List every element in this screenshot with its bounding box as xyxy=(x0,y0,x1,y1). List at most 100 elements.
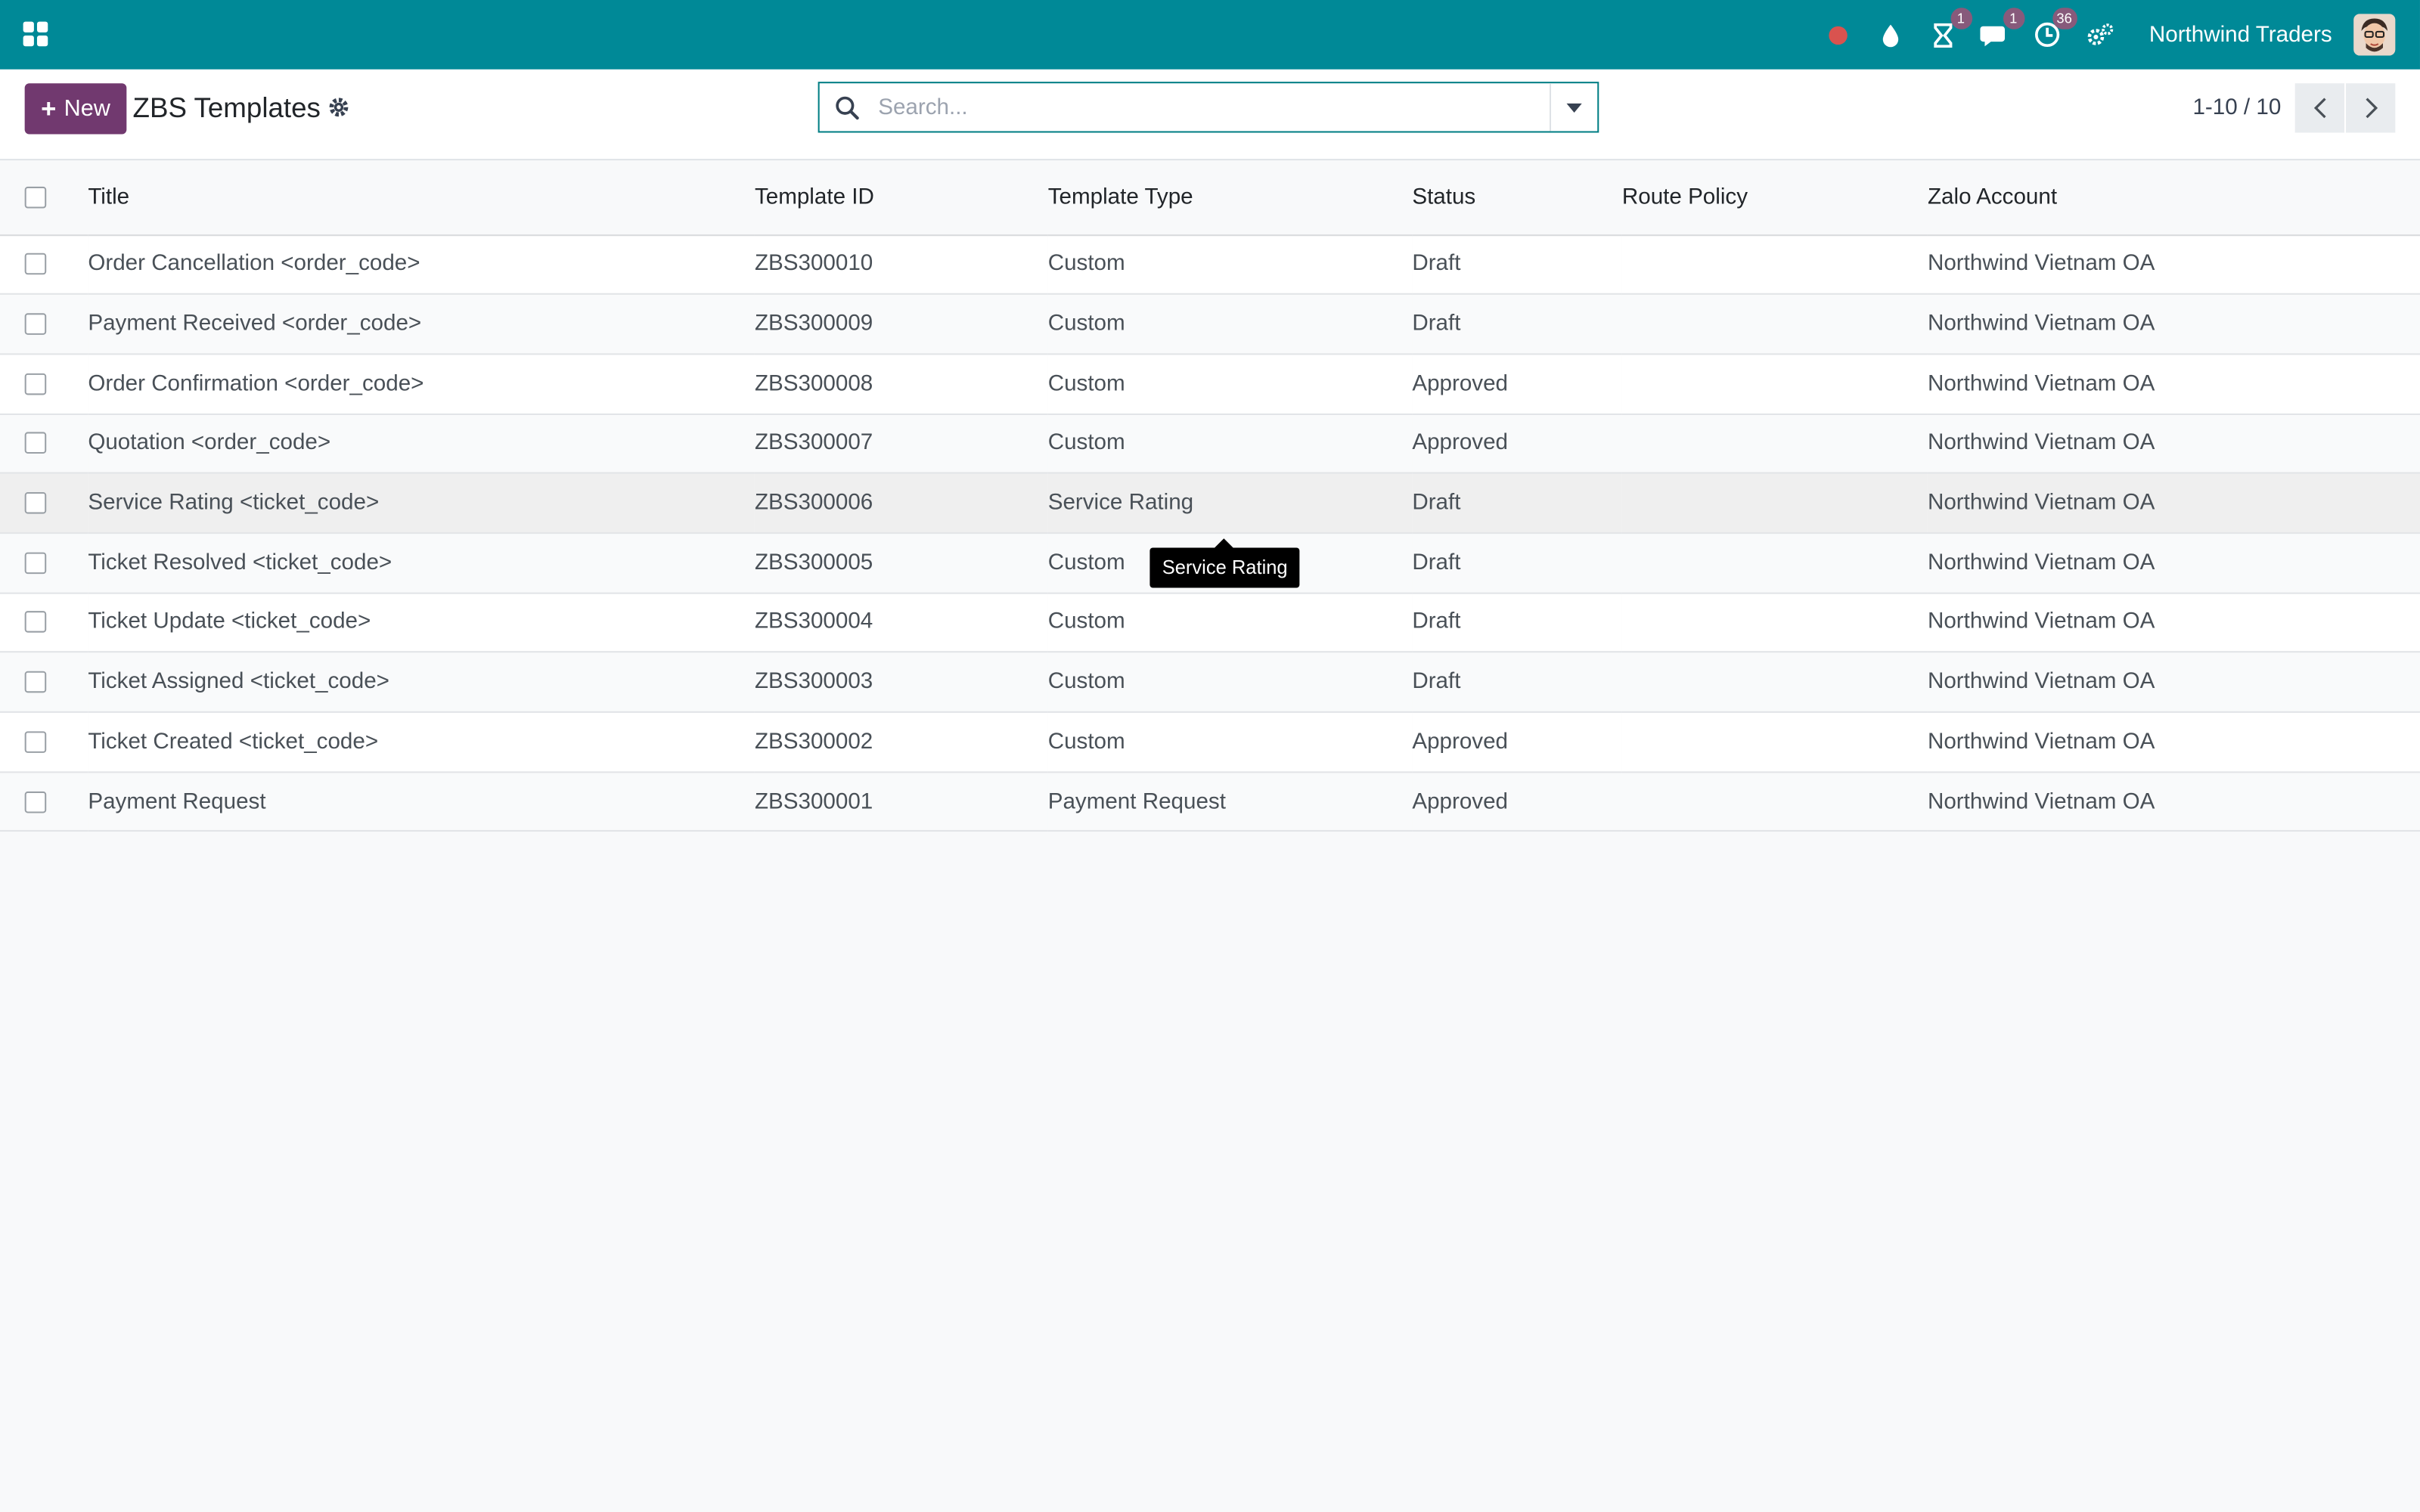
cell-route-policy xyxy=(1622,533,1928,593)
cell-title: Ticket Created <ticket_code> xyxy=(88,729,379,754)
row-checkbox[interactable] xyxy=(24,432,47,454)
droplet-icon[interactable] xyxy=(1875,20,1906,51)
search-icon[interactable] xyxy=(835,95,860,120)
cell-route-policy xyxy=(1622,294,1928,354)
row-select-cell xyxy=(0,712,88,772)
row-select-cell xyxy=(0,772,88,832)
pager-previous-button[interactable] xyxy=(2294,83,2344,133)
cell-template-type: Custom xyxy=(1047,252,1125,277)
column-header-route-policy[interactable]: Route Policy xyxy=(1622,160,1928,234)
table-row[interactable]: Quotation <order_code> ZBS300007 Custom … xyxy=(0,414,2420,474)
cell-route-policy xyxy=(1622,473,1928,533)
activities-badge: 1 xyxy=(1950,7,1972,29)
search-bar xyxy=(818,82,1599,133)
cell-template-id: ZBS300005 xyxy=(754,550,873,575)
cell-route-policy xyxy=(1622,414,1928,473)
status-dot-icon[interactable] xyxy=(1822,20,1853,51)
search-options-toggle[interactable] xyxy=(1549,83,1597,132)
row-checkbox[interactable] xyxy=(24,253,47,275)
caret-down-icon xyxy=(1566,102,1582,112)
messages-icon[interactable]: 1 xyxy=(1979,7,2024,51)
cell-route-policy xyxy=(1622,234,1928,294)
column-header-zalo-account[interactable]: Zalo Account xyxy=(1928,160,2420,234)
cell-zalo-account: Northwind Vietnam OA xyxy=(1927,789,2155,814)
select-all-checkbox[interactable] xyxy=(24,186,47,208)
cell-template-type: Service Rating xyxy=(1047,491,1194,516)
row-checkbox[interactable] xyxy=(24,492,47,514)
navbar-systray: 1 1 36 Northwind Traders xyxy=(1801,0,2396,70)
template-type-tooltip: Service Rating xyxy=(1150,538,1300,588)
cell-zalo-account: Northwind Vietnam OA xyxy=(1927,252,2155,277)
app-root: 1 1 36 Northwind Traders + New ZBS Templ… xyxy=(0,0,2420,1512)
row-select-cell xyxy=(0,652,88,712)
row-checkbox[interactable] xyxy=(24,731,47,753)
column-header-template-type[interactable]: Template Type xyxy=(1048,160,1413,234)
select-all-cell xyxy=(0,160,88,234)
gear-icon[interactable] xyxy=(327,96,351,119)
row-checkbox[interactable] xyxy=(24,373,47,395)
cell-status: Draft xyxy=(1412,550,1461,575)
cell-status: Approved xyxy=(1412,371,1509,396)
table-row[interactable]: Ticket Assigned <ticket_code> ZBS300003 … xyxy=(0,652,2420,712)
cell-template-type: Payment Request xyxy=(1047,789,1226,814)
cell-status: Approved xyxy=(1412,431,1509,456)
cell-route-policy xyxy=(1622,354,1928,414)
table-row[interactable]: Ticket Created <ticket_code> ZBS300002 C… xyxy=(0,711,2420,772)
row-select-cell xyxy=(0,533,88,593)
cell-template-id: ZBS300010 xyxy=(754,252,873,277)
cell-title: Payment Received <order_code> xyxy=(88,311,422,336)
cell-zalo-account: Northwind Vietnam OA xyxy=(1927,670,2155,695)
cell-title: Order Cancellation <order_code> xyxy=(88,252,420,277)
chevron-left-icon xyxy=(2313,98,2325,119)
search-input[interactable] xyxy=(875,84,1550,131)
row-checkbox[interactable] xyxy=(24,552,47,574)
cell-route-policy xyxy=(1622,772,1928,832)
table-row[interactable]: Order Cancellation <order_code> ZBS30001… xyxy=(0,234,2420,295)
cell-template-type: Custom xyxy=(1047,311,1125,336)
new-button[interactable]: + New xyxy=(24,83,127,135)
company-switcher[interactable]: Northwind Traders xyxy=(2149,23,2332,48)
row-checkbox[interactable] xyxy=(24,790,47,813)
cell-title: Order Confirmation <order_code> xyxy=(88,371,424,396)
table-row[interactable]: Order Confirmation <order_code> ZBS30000… xyxy=(0,354,2420,414)
pager-next-button[interactable] xyxy=(2346,83,2396,133)
cell-zalo-account: Northwind Vietnam OA xyxy=(1927,311,2155,336)
table-row[interactable]: Payment Request ZBS300001 Payment Reques… xyxy=(0,771,2420,832)
chevron-right-icon xyxy=(2365,98,2378,119)
top-navbar: 1 1 36 Northwind Traders xyxy=(0,0,2420,70)
settings-gears-icon[interactable] xyxy=(2084,20,2115,51)
pager-value[interactable]: 1-10 / 10 xyxy=(2192,96,2281,121)
cell-status: Draft xyxy=(1412,610,1461,635)
column-header-title[interactable]: Title xyxy=(88,160,755,234)
template-list: Title Template ID Template Type Status R… xyxy=(0,160,2420,832)
cell-status: Draft xyxy=(1412,670,1461,695)
row-checkbox[interactable] xyxy=(24,313,47,335)
row-select-cell xyxy=(0,234,88,294)
cell-status: Draft xyxy=(1412,491,1461,516)
cell-template-id: ZBS300009 xyxy=(754,311,873,336)
cell-title: Ticket Resolved <ticket_code> xyxy=(88,550,392,575)
cell-template-id: ZBS300006 xyxy=(754,491,873,516)
table-row[interactable]: Ticket Update <ticket_code> ZBS300004 Cu… xyxy=(0,592,2420,652)
row-checkbox[interactable] xyxy=(24,612,47,634)
table-header-row: Title Template ID Template Type Status R… xyxy=(0,160,2420,235)
cell-route-policy xyxy=(1622,652,1928,712)
row-checkbox[interactable] xyxy=(24,671,47,693)
user-avatar[interactable] xyxy=(2353,14,2396,56)
table-row[interactable]: Service Rating <ticket_code> ZBS300006 S… xyxy=(0,473,2420,533)
apps-menu-icon[interactable] xyxy=(22,20,50,48)
table-row[interactable]: Payment Received <order_code> ZBS300009 … xyxy=(0,294,2420,355)
cell-zalo-account: Northwind Vietnam OA xyxy=(1927,610,2155,635)
cell-template-type: Custom xyxy=(1047,431,1125,456)
clock-icon[interactable]: 36 xyxy=(2032,7,2077,51)
row-select-cell xyxy=(0,473,88,533)
cell-zalo-account: Northwind Vietnam OA xyxy=(1927,729,2155,754)
page-title: ZBS Templates xyxy=(132,92,321,124)
activity-hourglass-icon[interactable]: 1 xyxy=(1927,7,1972,51)
clock-badge: 36 xyxy=(2052,7,2077,29)
cell-status: Approved xyxy=(1412,789,1509,814)
cell-route-policy xyxy=(1622,712,1928,772)
column-header-status[interactable]: Status xyxy=(1412,160,1622,234)
cell-title: Ticket Update <ticket_code> xyxy=(88,610,371,635)
column-header-template-id[interactable]: Template ID xyxy=(755,160,1048,234)
